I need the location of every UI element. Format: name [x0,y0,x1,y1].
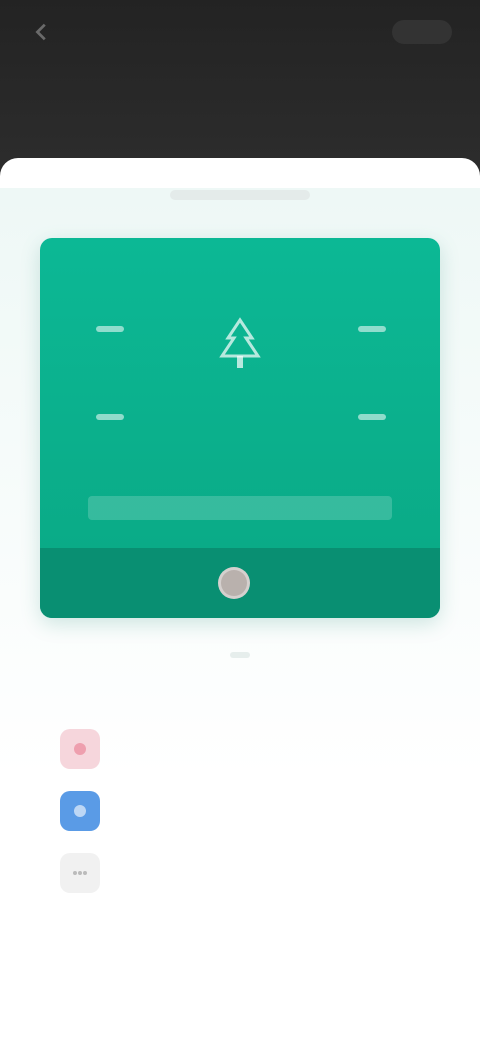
share-item-blue[interactable] [60,780,440,842]
sheet-handle[interactable] [170,190,310,200]
share-item-more[interactable] [60,842,440,904]
card-stat-top-left [90,318,130,332]
card-caption [88,496,392,520]
share-card [40,238,440,618]
top-bar [0,0,480,64]
arrow-left-icon[interactable] [28,18,56,46]
card-stat-bottom-right [352,406,392,420]
pager-indicator [230,652,250,658]
blue-share-icon [60,791,100,831]
share-list [60,718,440,904]
share-note [64,926,424,954]
card-footer [40,548,440,618]
card-stat-top-right [352,318,392,332]
more-icon [60,853,100,893]
avatar [218,567,250,599]
top-right-action[interactable] [392,20,452,44]
bottom-sheet [0,158,480,1040]
pink-share-icon [60,729,100,769]
share-item-pink[interactable] [60,718,440,780]
tree-icon [208,316,272,372]
card-value [170,406,310,458]
card-stat-bottom-left [90,406,130,420]
